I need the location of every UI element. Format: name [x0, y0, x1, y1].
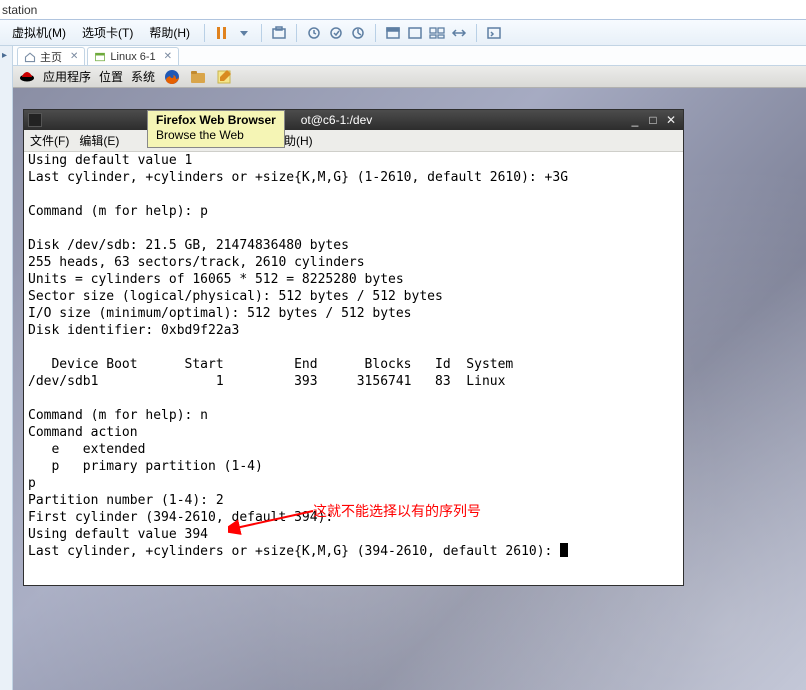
tab-close-icon[interactable]: ✕	[164, 51, 172, 62]
tab-linux-label: Linux 6-1	[110, 51, 155, 63]
terminal-icon	[28, 113, 42, 127]
app-title-bar: station	[0, 0, 806, 20]
tooltip-line2: Browse the Web	[156, 128, 276, 143]
nautilus-icon[interactable]	[189, 68, 207, 86]
snapshot-take-icon[interactable]	[327, 24, 345, 42]
snapshot-manage-icon[interactable]	[349, 24, 367, 42]
stretch-icon[interactable]	[450, 24, 468, 42]
view-multi-icon[interactable]	[428, 24, 446, 42]
term-menu-edit[interactable]: 编辑(E)	[79, 132, 119, 149]
snapshot-icon[interactable]	[270, 24, 288, 42]
gnome-panel: 应用程序 位置 系统	[13, 66, 806, 88]
menu-bar: 虚拟机(M) 选项卡(T) 帮助(H)	[0, 20, 806, 46]
home-icon	[24, 51, 36, 63]
minimize-button[interactable]: _	[627, 113, 643, 127]
console-icon[interactable]	[485, 24, 503, 42]
pause-icon[interactable]	[213, 24, 231, 42]
tab-home-label: 主页	[40, 49, 62, 65]
tooltip-line1: Firefox Web Browser	[156, 113, 276, 128]
separator	[296, 24, 297, 42]
firefox-icon[interactable]	[163, 68, 181, 86]
tab-close-icon[interactable]: ✕	[70, 51, 78, 62]
separator	[476, 24, 477, 42]
maximize-button[interactable]: □	[645, 113, 661, 127]
annotation-text: 这就不能选择以有的序列号	[313, 501, 481, 521]
app-title: station	[2, 3, 37, 17]
vm-tab-strip: 主页 ✕ Linux 6-1 ✕	[13, 46, 806, 66]
separator	[261, 24, 262, 42]
terminal-output: Using default value 1 Last cylinder, +cy…	[28, 153, 568, 559]
gnome-system[interactable]: 系统	[131, 68, 155, 85]
gedit-icon[interactable]	[215, 68, 233, 86]
redhat-icon[interactable]	[19, 69, 35, 85]
menu-vm[interactable]: 虚拟机(M)	[6, 22, 72, 43]
gnome-apps[interactable]: 应用程序	[43, 68, 91, 85]
menu-tabs[interactable]: 选项卡(T)	[76, 22, 139, 43]
term-menu-file[interactable]: 文件(F)	[30, 132, 69, 149]
vm-icon	[94, 51, 106, 63]
separator	[375, 24, 376, 42]
cursor	[560, 543, 568, 557]
firefox-tooltip: Firefox Web Browser Browse the Web	[147, 110, 285, 148]
menu-help[interactable]: 帮助(H)	[143, 22, 196, 43]
gnome-places[interactable]: 位置	[99, 68, 123, 85]
stop-dropdown-icon[interactable]	[235, 24, 253, 42]
revert-icon[interactable]	[305, 24, 323, 42]
terminal-title: ot@c6-1:/dev	[48, 113, 625, 127]
close-button[interactable]: ✕	[663, 113, 679, 127]
tab-home[interactable]: 主页 ✕	[17, 47, 85, 65]
fullscreen-icon[interactable]	[384, 24, 402, 42]
separator	[204, 24, 205, 42]
tab-linux[interactable]: Linux 6-1 ✕	[87, 47, 179, 65]
vm-viewport: 主页 ✕ Linux 6-1 ✕ 应用程序 位置 系统	[13, 46, 806, 690]
left-panel-collapsed[interactable]: ▸	[0, 46, 13, 690]
annotation-arrow	[228, 506, 318, 536]
terminal-menu: 文件(F) 编辑(E) 查看(V) 搜索(S) 终端(T) 帮助(H)	[24, 130, 683, 152]
terminal-titlebar[interactable]: ot@c6-1:/dev _ □ ✕	[24, 110, 683, 130]
expand-arrow-icon[interactable]: ▸	[2, 50, 7, 61]
unity-icon[interactable]	[406, 24, 424, 42]
